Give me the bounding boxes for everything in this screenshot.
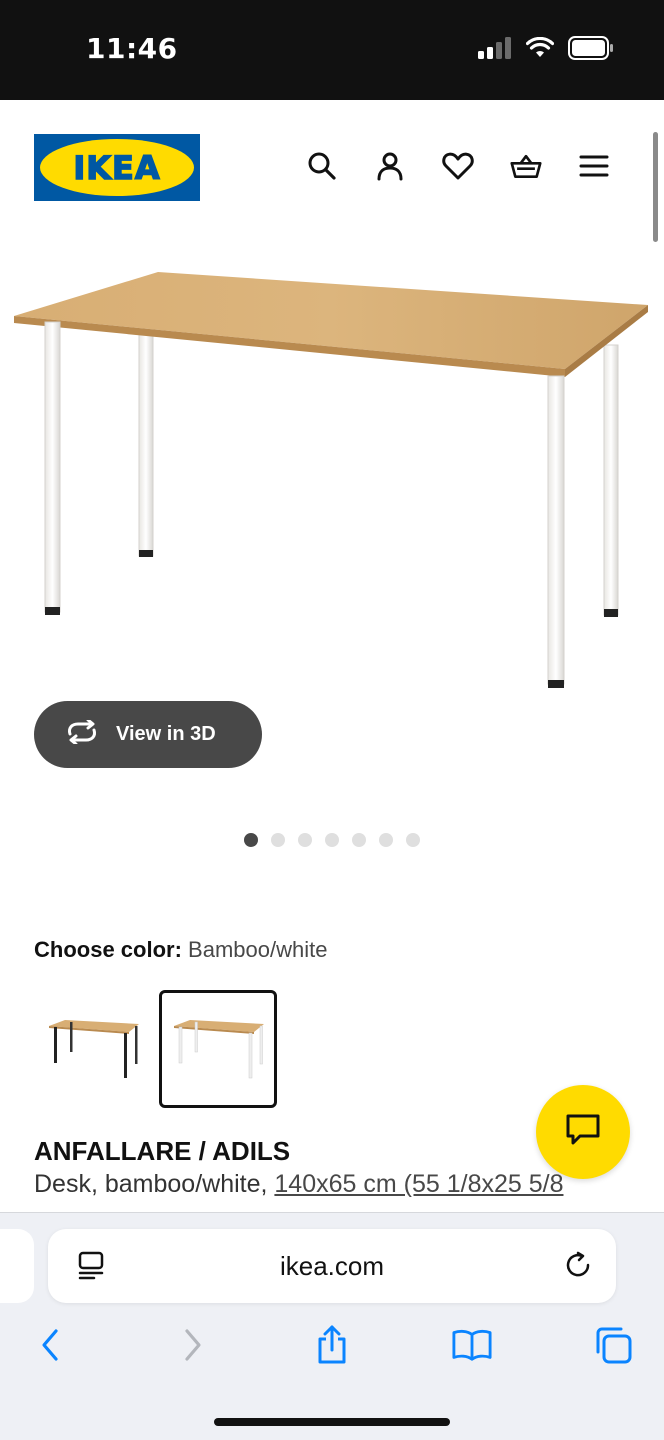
forward-icon[interactable] <box>173 1325 213 1365</box>
carousel-dot[interactable] <box>406 833 420 847</box>
reload-icon[interactable] <box>564 1251 594 1286</box>
bookmarks-icon[interactable] <box>452 1325 492 1365</box>
view-in-3d-button[interactable]: View in 3D <box>34 701 262 768</box>
product-name: ANFALLARE / ADILS <box>34 1136 291 1166</box>
browser-toolbar <box>0 1325 664 1385</box>
color-swatch-bamboo-black[interactable] <box>34 990 152 1108</box>
heart-icon[interactable] <box>442 150 474 182</box>
product-description: Desk, bamboo/white, 140x65 cm (55 1/8x25… <box>34 1170 563 1199</box>
account-icon[interactable] <box>374 150 406 182</box>
product-image[interactable] <box>0 255 664 695</box>
previous-tab-peek[interactable] <box>0 1229 34 1303</box>
address-bar[interactable]: ikea.com <box>48 1229 616 1303</box>
basket-icon[interactable] <box>510 150 542 182</box>
header-actions <box>306 150 610 182</box>
color-swatch-bamboo-white[interactable] <box>159 990 277 1108</box>
site-header: IKEA <box>0 100 664 240</box>
search-icon[interactable] <box>306 150 338 182</box>
share-icon[interactable] <box>312 1325 352 1365</box>
carousel-dot[interactable] <box>325 833 339 847</box>
view-in-3d-label: View in 3D <box>116 723 216 745</box>
chat-icon <box>565 1113 601 1152</box>
tabs-icon[interactable] <box>593 1325 633 1365</box>
image-carousel-dots <box>244 833 420 847</box>
status-bar: 11:46 <box>0 0 664 100</box>
rotate-3d-icon <box>64 718 100 749</box>
status-icons <box>478 36 614 65</box>
product-size-link[interactable]: 140x65 cm (55 1/8x25 5/8 <box>274 1170 563 1198</box>
wifi-icon <box>525 36 555 64</box>
home-indicator <box>214 1418 450 1426</box>
product-desc-text: Desk, bamboo/white, <box>34 1170 275 1198</box>
carousel-dot[interactable] <box>352 833 366 847</box>
carousel-dot[interactable] <box>244 833 258 847</box>
carousel-dot[interactable] <box>271 833 285 847</box>
choose-color-label: Choose color: <box>34 937 182 962</box>
status-time: 11:46 <box>86 32 178 65</box>
signal-icon <box>478 37 512 64</box>
back-icon[interactable] <box>30 1325 70 1365</box>
logo-oval: IKEA <box>40 139 194 196</box>
url-text: ikea.com <box>279 1251 385 1281</box>
choose-color: Choose color: Bamboo/white <box>34 937 327 963</box>
browser-bottom-bar: ikea.com <box>0 1212 664 1440</box>
logo-text: IKEA <box>73 148 161 188</box>
battery-icon <box>568 36 614 65</box>
menu-icon[interactable] <box>578 150 610 182</box>
carousel-dot[interactable] <box>298 833 312 847</box>
ikea-logo[interactable]: IKEA <box>34 134 200 201</box>
selected-color-value: Bamboo/white <box>188 937 328 962</box>
carousel-dot[interactable] <box>379 833 393 847</box>
chat-button[interactable] <box>536 1085 630 1179</box>
scroll-indicator <box>653 132 658 242</box>
